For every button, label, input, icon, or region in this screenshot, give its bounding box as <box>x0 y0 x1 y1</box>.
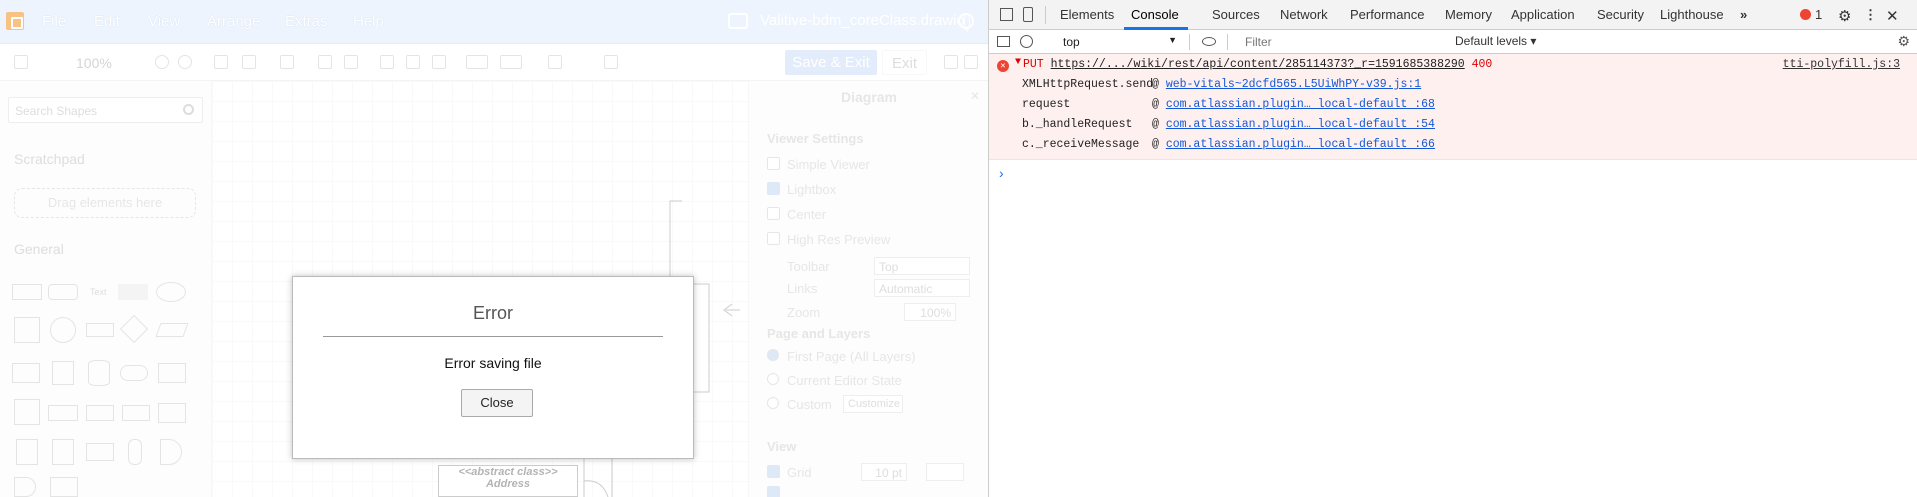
dialog-title: Error <box>473 303 513 323</box>
close-devtools-icon[interactable]: ✕ <box>1886 7 1899 25</box>
stack-row: request @ com.atlassian.plugin… local-def… <box>1022 98 1435 111</box>
tab-network[interactable]: Network <box>1280 7 1328 22</box>
separator-2 <box>1227 34 1228 50</box>
stack-link[interactable]: com.atlassian.plugin… local-default :68 <box>1166 98 1435 111</box>
dialog-message: Error saving file <box>444 355 542 371</box>
console-settings-icon[interactable]: ⚙ <box>1897 33 1910 50</box>
clear-console-icon[interactable] <box>1020 35 1033 48</box>
stack-link[interactable]: web-vitals~2dcfd565.L5UiWhPY-v39.js:1 <box>1166 78 1421 91</box>
stack-fn: request <box>1022 98 1071 111</box>
stack-row: XMLHttpRequest.send@ web-vitals~2dcfd565… <box>1022 78 1422 91</box>
kebab-menu-icon[interactable]: ⋮ <box>1864 7 1877 23</box>
console-toolbar: top ▼ Default levels ▾ ⚙ <box>989 30 1917 54</box>
tab-security[interactable]: Security <box>1597 7 1644 22</box>
filter-input[interactable] <box>1241 33 1441 51</box>
chevron-down-icon: ▼ <box>1168 35 1177 45</box>
tab-lighthouse[interactable]: Lighthouse <box>1660 7 1724 22</box>
tab-performance[interactable]: Performance <box>1350 7 1424 22</box>
log-levels-select[interactable]: Default levels ▾ <box>1455 34 1536 48</box>
settings-icon[interactable]: ⚙ <box>1838 7 1851 25</box>
console-error-entry: ✕ ▼ PUT https://.../wiki/rest/api/conten… <box>989 54 1917 160</box>
error-badge-icon[interactable] <box>1800 9 1811 20</box>
inspect-icon[interactable] <box>1000 8 1013 21</box>
error-source-link[interactable]: tti-polyfill.js:3 <box>1783 58 1900 71</box>
error-icon: ✕ <box>997 60 1009 72</box>
tab-application[interactable]: Application <box>1511 7 1575 22</box>
separator <box>1189 34 1190 50</box>
tab-elements[interactable]: Elements <box>1060 7 1114 22</box>
expand-triangle-icon[interactable]: ▼ <box>1015 57 1021 68</box>
sidebar-toggle-icon[interactable] <box>997 36 1010 47</box>
drawio-editor: File Edit View Arrange Extras Help Valit… <box>0 0 988 497</box>
stack-row: b._handleRequest @ com.atlassian.plugin… … <box>1022 118 1435 131</box>
console-prompt[interactable]: › <box>999 165 1004 181</box>
devtools-panel: Elements Console Sources Network Perform… <box>988 0 1917 497</box>
error-dialog: Error Error saving file Close <box>292 276 694 459</box>
tab-sources[interactable]: Sources <box>1212 7 1260 22</box>
http-status: 400 <box>1471 58 1493 71</box>
context-value: top <box>1063 35 1080 49</box>
stack-link[interactable]: com.atlassian.plugin… local-default :66 <box>1166 138 1435 151</box>
dialog-divider <box>323 336 663 337</box>
request-url[interactable]: https://.../wiki/rest/api/content/285114… <box>1051 58 1465 71</box>
error-count[interactable]: 1 <box>1815 7 1822 22</box>
http-method: PUT <box>1023 58 1044 71</box>
log-levels-label: Default levels <box>1455 34 1528 48</box>
close-button[interactable]: Close <box>461 389 533 417</box>
stack-link[interactable]: com.atlassian.plugin… local-default :54 <box>1166 118 1435 131</box>
more-tabs-icon[interactable]: » <box>1740 7 1747 22</box>
stack-fn: XMLHttpRequest.send <box>1022 78 1154 91</box>
stack-row: c._receiveMessage @ com.atlassian.plugin…… <box>1022 138 1435 151</box>
tab-separator <box>1045 6 1046 24</box>
context-select[interactable]: top ▼ <box>1059 33 1181 51</box>
devtools-tabbar: Elements Console Sources Network Perform… <box>989 0 1917 30</box>
stack-fn: c._receiveMessage <box>1022 138 1140 151</box>
eye-icon[interactable] <box>1202 37 1216 46</box>
device-toggle-icon[interactable] <box>1023 7 1033 22</box>
tab-memory[interactable]: Memory <box>1445 7 1492 22</box>
tab-console[interactable]: Console <box>1131 7 1179 22</box>
error-message: PUT https://.../wiki/rest/api/content/28… <box>1023 58 1492 71</box>
stack-fn: b._handleRequest <box>1022 118 1133 131</box>
